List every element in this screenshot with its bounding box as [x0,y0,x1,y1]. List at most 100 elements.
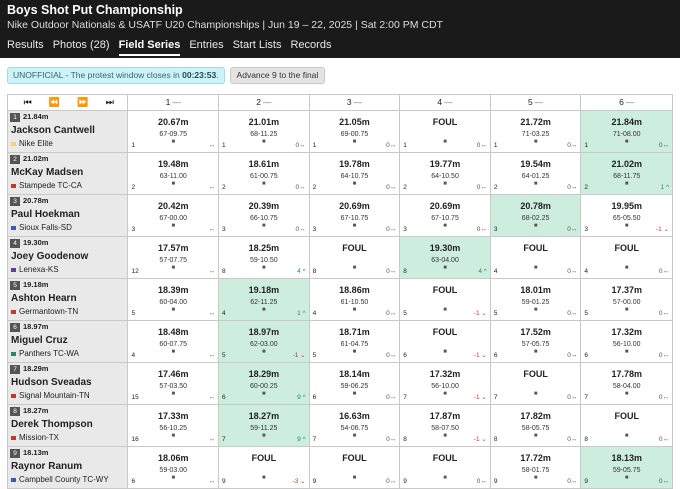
athlete-cell[interactable]: 7 18.29m Hudson Sveadas Signal Mountain-TN [8,363,129,405]
attempt-cell[interactable]: 21.05m 69-00.75 ■ 1 0↔ [309,111,401,153]
athlete-name[interactable]: Raynor Ranum [11,460,82,473]
athlete-name[interactable]: Ashton Hearn [11,292,77,305]
attempt-cell[interactable]: 21.01m 68-11.25 ■ 1 0↔ [219,111,310,153]
video-camera-icon[interactable]: ■ [128,349,218,356]
attempt-cell[interactable]: 19.18m 62-11.25 ■ 4 1 ^ [219,279,310,321]
attempt-cell[interactable]: 17.32m 56-10.00 ■ 7 -1 ⌄ [400,363,491,405]
attempt-header-5[interactable]: 5— [490,95,582,111]
athlete-cell[interactable]: 3 20.78m Paul Hoekman Sioux Falls-SD [8,195,129,237]
attempt-cell[interactable]: 18.39m 60-04.00 ■ 5 ↔ [128,279,220,321]
tab-records[interactable]: Records [290,37,340,59]
attempt-cell[interactable]: 16.63m 54-06.75 ■ 7 0↔ [309,405,401,447]
attempt-header-1[interactable]: 1— [128,95,220,111]
athlete-name[interactable]: McKay Madsen [11,166,83,179]
previous-page-icon[interactable]: ⏪ [49,95,60,110]
attempt-cell[interactable]: FOUL ■ 4 0↔ [581,237,674,279]
video-camera-icon[interactable]: ■ [219,433,309,440]
attempt-cell[interactable]: 21.84m 71-08.00 ■ 1 0↔ [581,111,674,153]
athlete-cell[interactable]: 4 19.30m Joey Goodenow Lenexa-KS [8,237,129,279]
attempt-cell[interactable]: 17.37m 57-00.00 ■ 5 0↔ [581,279,674,321]
attempt-cell[interactable]: FOUL ■ 1 0↔ [400,111,491,153]
attempt-cell[interactable]: 20.42m 67-00.00 ■ 3 ↔ [128,195,220,237]
attempt-cell[interactable]: 18.48m 60-07.75 ■ 4 ↔ [128,321,220,363]
attempt-cell[interactable]: 19.78m 64-10.75 ■ 2 0↔ [309,153,401,195]
video-camera-icon[interactable]: ■ [128,307,218,314]
athlete-cell[interactable]: 6 18.97m Miguel Cruz Panthers TC-WA [8,321,129,363]
video-camera-icon[interactable]: ■ [219,307,309,314]
tab-photos[interactable]: Photos (28) [53,37,119,59]
video-camera-icon[interactable]: ■ [128,433,218,440]
athlete-name[interactable]: Hudson Sveadas [11,376,92,389]
attempt-cell[interactable]: 17.57m 57-07.75 ■ 12 ↔ [128,237,220,279]
attempt-cell[interactable]: 18.06m 59-03.00 ■ 6 ↔ [128,447,220,489]
attempt-cell[interactable]: 18.71m 61-04.75 ■ 5 0↔ [309,321,401,363]
attempt-cell[interactable]: FOUL ■ 8 0↔ [309,237,401,279]
video-camera-icon[interactable]: ■ [128,181,218,188]
attempt-cell[interactable]: 17.52m 57-05.75 ■ 6 0↔ [490,321,582,363]
athlete-name[interactable]: Jackson Cantwell [11,124,95,137]
attempt-cell[interactable]: 20.39m 66-10.75 ■ 3 0↔ [219,195,310,237]
tab-entries[interactable]: Entries [189,37,232,59]
athlete-cell[interactable]: 9 18.13m Raynor Ranum Campbell County TC-WY [8,447,129,489]
video-camera-icon[interactable]: ■ [219,391,309,398]
tab-results[interactable]: Results [7,37,53,59]
attempt-header-3[interactable]: 3— [309,95,401,111]
athlete-cell[interactable]: 8 18.27m Derek Thompson Mission-TX [8,405,129,447]
attempt-cell[interactable]: 20.69m 67-10.75 ■ 3 0↔ [309,195,401,237]
video-camera-icon[interactable]: ■ [128,475,218,482]
attempt-cell[interactable]: 17.78m 58-04.00 ■ 7 0↔ [581,363,674,405]
tab-field-series[interactable]: Field Series [118,37,181,56]
attempt-header-6[interactable]: 6— [581,95,674,111]
attempt-cell[interactable]: 19.95m 65-05.50 ■ 3 -1 ⌄ [581,195,674,237]
attempt-cell[interactable]: FOUL ■ 9 0↔ [400,447,491,489]
next-page-icon[interactable]: ⏩ [77,95,88,110]
attempt-cell[interactable]: 18.13m 59-05.75 ■ 9 0↔ [581,447,674,489]
video-camera-icon[interactable]: ■ [128,223,218,230]
attempt-cell[interactable]: FOUL ■ 9 -3 ⌄ [219,447,310,489]
attempt-cell[interactable]: FOUL ■ 5 -1 ⌄ [400,279,491,321]
attempt-cell[interactable]: 17.33m 56-10.25 ■ 16 ↔ [128,405,220,447]
attempt-cell[interactable]: 17.46m 57-03.50 ■ 15 ↔ [128,363,220,405]
athlete-name[interactable]: Miguel Cruz [11,334,68,347]
attempt-cell[interactable]: 18.27m 59-11.25 ■ 7 9 ^ [219,405,310,447]
attempt-cell[interactable]: 20.78m 68-02.25 ■ 3 0↔ [490,195,582,237]
attempt-cell[interactable]: 19.54m 64-01.25 ■ 2 0↔ [490,153,582,195]
attempt-cell[interactable]: 17.82m 58-05.75 ■ 8 0↔ [490,405,582,447]
attempt-cell[interactable]: 18.86m 61-10.50 ■ 4 0↔ [309,279,401,321]
attempt-cell[interactable]: FOUL ■ 9 0↔ [309,447,401,489]
tab-start-lists[interactable]: Start Lists [233,37,291,59]
athlete-cell[interactable]: 1 21.84m Jackson Cantwell Nike Elite [8,111,129,153]
attempt-cell[interactable]: 19.30m 63-04.00 ■ 8 4 ^ [400,237,491,279]
attempt-cell[interactable]: 18.29m 60-00.25 ■ 6 9 ^ [219,363,310,405]
athlete-name[interactable]: Joey Goodenow [11,250,88,263]
athlete-name[interactable]: Derek Thompson [11,418,93,431]
attempt-cell[interactable]: 18.25m 59-10.50 ■ 8 4 ^ [219,237,310,279]
first-page-icon[interactable]: ⏮ [24,95,32,110]
attempt-header-2[interactable]: 2— [219,95,310,111]
video-camera-icon[interactable]: ■ [219,265,309,272]
video-camera-icon[interactable]: ■ [128,391,218,398]
attempt-cell[interactable]: 19.77m 64-10.50 ■ 2 0↔ [400,153,491,195]
advance-to-final-button[interactable]: Advance 9 to the final [229,67,326,84]
attempt-cell[interactable]: 18.01m 59-01.25 ■ 5 0↔ [490,279,582,321]
attempt-cell[interactable]: FOUL ■ 6 -1 ⌄ [400,321,491,363]
attempt-cell[interactable]: 21.72m 71-03.25 ■ 1 0↔ [490,111,582,153]
attempt-cell[interactable]: 17.32m 56-10.00 ■ 6 0↔ [581,321,674,363]
attempt-cell[interactable]: 18.61m 61-00.75 ■ 2 0↔ [219,153,310,195]
video-camera-icon[interactable]: ■ [400,265,490,272]
attempt-header-4[interactable]: 4— [400,95,491,111]
attempt-cell[interactable]: 20.69m 67-10.75 ■ 3 0↔ [400,195,491,237]
video-camera-icon[interactable]: ■ [128,265,218,272]
attempt-cell[interactable]: 18.97m 62-03.00 ■ 5 -1 ⌄ [219,321,310,363]
attempt-cell[interactable]: 21.02m 68-11.75 ■ 2 1 ^ [581,153,674,195]
attempt-cell[interactable]: FOUL ■ 7 0↔ [490,363,582,405]
attempt-cell[interactable]: 17.72m 58-01.75 ■ 9 0↔ [490,447,582,489]
attempt-cell[interactable]: 20.67m 67-09.75 ■ 1 ↔ [128,111,220,153]
athlete-cell[interactable]: 5 19.18m Ashton Hearn Germantown-TN [8,279,129,321]
attempt-cell[interactable]: FOUL ■ 8 0↔ [581,405,674,447]
attempt-cell[interactable]: 18.14m 59-06.25 ■ 6 0↔ [309,363,401,405]
last-page-icon[interactable]: ⏭ [106,95,114,110]
video-camera-icon[interactable]: ■ [581,181,672,188]
attempt-cell[interactable]: 19.48m 63-11.00 ■ 2 ↔ [128,153,220,195]
attempt-cell[interactable]: FOUL ■ 4 0↔ [490,237,582,279]
